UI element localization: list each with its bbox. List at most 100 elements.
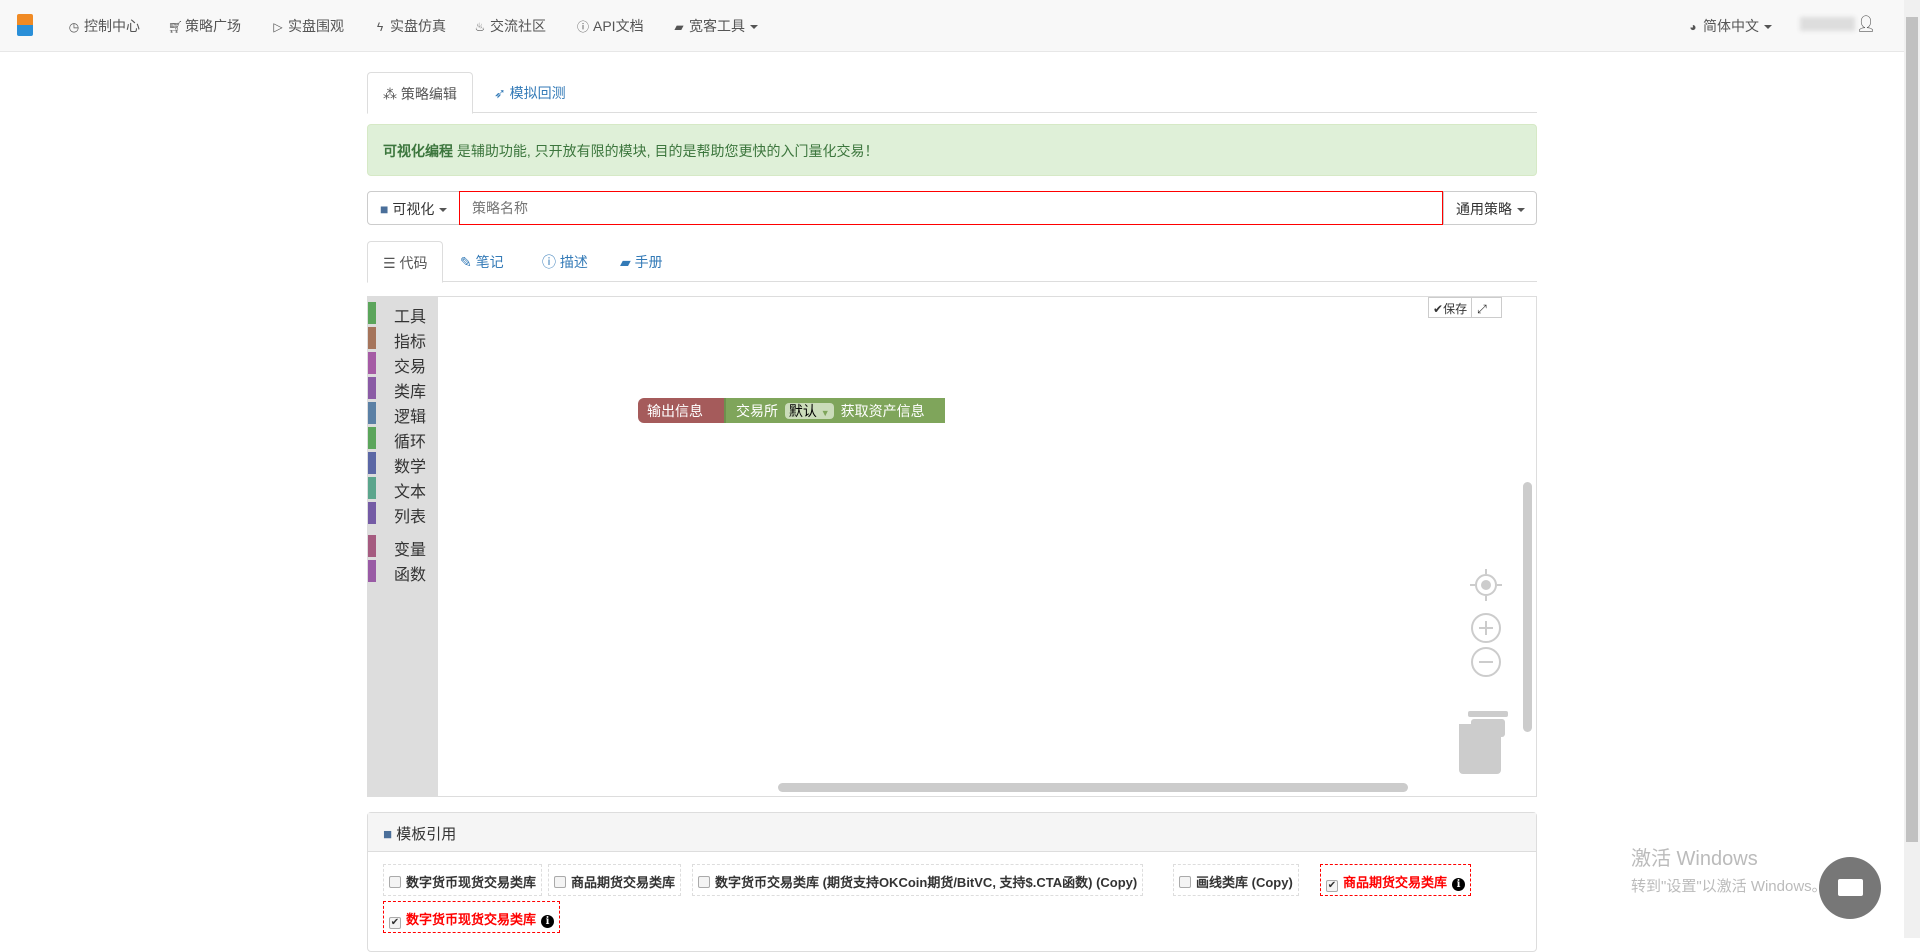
template-checkbox[interactable] xyxy=(1179,876,1191,888)
windows-watermark: 激活 Windows转到"设置"以激活 Windows。 xyxy=(1631,842,1827,896)
exchange-dropdown[interactable]: 默认 ▼ xyxy=(785,403,834,419)
category-color xyxy=(368,377,376,399)
dashboard-icon: ◷ xyxy=(67,20,81,34)
toolbox-category[interactable]: 文本 xyxy=(368,477,438,499)
toolbox-category[interactable]: 类库 xyxy=(368,377,438,399)
vertical-scrollbar[interactable] xyxy=(1523,482,1532,732)
category-color xyxy=(368,427,376,449)
nav-quant-tools[interactable]: ▰宽客工具 xyxy=(672,16,758,36)
tab-notes[interactable]: ✎ 笔记 xyxy=(445,241,519,282)
toolbox-category[interactable]: 工具 xyxy=(368,302,438,324)
user-icon[interactable]: 👤︎ xyxy=(1856,14,1876,34)
category-color xyxy=(368,477,376,499)
puzzle-icon: ■ xyxy=(383,826,396,843)
info-icon: ⓘ xyxy=(542,254,560,270)
toolbox-category[interactable]: 变量 xyxy=(368,535,438,557)
template-item[interactable]: 画线类库 (Copy) xyxy=(1173,864,1299,896)
language-dropdown[interactable]: ◕简体中文 xyxy=(1686,16,1772,36)
flash-icon: ϟ xyxy=(373,20,387,34)
template-item[interactable]: 商品期货交易类库 xyxy=(548,864,681,896)
strategy-input-group: ■ 可视化 通用策略 xyxy=(367,191,1537,225)
fire-icon: ♨ xyxy=(473,20,487,34)
logo[interactable] xyxy=(17,14,33,36)
toolbox-category[interactable]: 指标 xyxy=(368,327,438,349)
nav-dashboard[interactable]: ◷控制中心 xyxy=(67,16,140,36)
top-navbar: ◷控制中心 🛒︎策略广场 ▷实盘围观 ϟ实盘仿真 ♨交流社区 ⓘAPI文档 ▰宽… xyxy=(0,0,1904,52)
category-color xyxy=(368,502,376,524)
zoom-out-icon[interactable] xyxy=(1472,648,1500,676)
blockly-editor[interactable]: 工具指标交易类库逻辑循环数学文本列表变量函数 输出信息 交易所 默认 ▼ 获取资… xyxy=(367,296,1537,797)
toolbox-category[interactable]: 逻辑 xyxy=(368,402,438,424)
category-color xyxy=(368,352,376,374)
strategy-name-input[interactable] xyxy=(459,191,1443,225)
info-icon: ⓘ xyxy=(576,18,590,35)
nav-strategy-square[interactable]: 🛒︎策略广场 xyxy=(168,16,241,36)
nav-community[interactable]: ♨交流社区 xyxy=(473,16,546,36)
chat-button[interactable] xyxy=(1819,857,1881,919)
toolbox-category[interactable]: 循环 xyxy=(368,427,438,449)
template-item[interactable]: 数字货币现货交易类库 xyxy=(383,864,542,896)
puzzle-icon: ■ xyxy=(380,201,392,217)
tab-description[interactable]: ⓘ 描述 xyxy=(527,241,603,282)
recenter-icon[interactable] xyxy=(1470,569,1502,601)
info-alert: 可视化编程 是辅助功能, 只开放有限的模块, 目的是帮助您更快的入门量化交易！ xyxy=(367,124,1537,176)
tab-manual[interactable]: ▰ 手册 xyxy=(605,241,678,282)
globe-icon: ◕ xyxy=(1686,20,1700,34)
zoom-controls xyxy=(1468,567,1508,737)
chat-icon xyxy=(1838,879,1863,896)
template-panel: ■ 模板引用 数字货币现货交易类库商品期货交易类库数字货币交易类库 (期货支持O… xyxy=(367,812,1537,952)
info-icon[interactable]: i xyxy=(541,915,554,928)
toolbox-category[interactable]: 数学 xyxy=(368,452,438,474)
block-get-account[interactable]: 交易所 默认 ▼ 获取资产信息 xyxy=(724,398,945,423)
page-scrollbar[interactable] xyxy=(1904,0,1920,938)
template-item[interactable]: 数字货币交易类库 (期货支持OKCoin期货/BitVC, 支持$.CTA函数)… xyxy=(692,864,1143,896)
block-print[interactable]: 输出信息 xyxy=(638,398,728,423)
template-item[interactable]: ✔数字货币现货交易类库i xyxy=(383,901,560,933)
template-checkbox[interactable] xyxy=(389,876,401,888)
fullscreen-button[interactable]: ⤢ xyxy=(1472,300,1492,318)
category-dropdown[interactable]: 通用策略 xyxy=(1443,191,1537,225)
category-color xyxy=(368,327,376,349)
book-icon: ▰ xyxy=(620,254,635,270)
nav-live-watch[interactable]: ▷实盘围观 xyxy=(271,16,344,36)
tab-backtest[interactable]: ➶ 模拟回测 xyxy=(479,72,581,113)
caret-down-icon xyxy=(750,25,758,29)
top-tabs: ⁂ 策略编辑 ➶ 模拟回测 xyxy=(367,72,1537,113)
category-color xyxy=(368,452,376,474)
template-checkbox[interactable]: ✔ xyxy=(389,917,401,929)
list-icon: ☰ xyxy=(383,255,399,271)
template-item[interactable]: ✔商品期货交易类库i xyxy=(1320,864,1471,896)
nav-simulation[interactable]: ϟ实盘仿真 xyxy=(373,16,446,36)
category-color xyxy=(368,402,376,424)
template-checkbox[interactable] xyxy=(554,876,566,888)
toolbox-category[interactable]: 列表 xyxy=(368,502,438,524)
template-checkbox[interactable] xyxy=(698,876,710,888)
cubes-icon: ⁂ xyxy=(383,86,401,102)
category-color xyxy=(368,560,376,582)
save-button[interactable]: ✔保存 xyxy=(1429,298,1472,317)
toolbox-category[interactable]: 函数 xyxy=(368,560,438,582)
editor-toolbar: ✔保存⤢ xyxy=(1428,297,1502,318)
zoom-in-icon[interactable] xyxy=(1472,614,1500,642)
editor-tabs: ☰ 代码 ✎ 笔记 ⓘ 描述 ▰ 手册 xyxy=(367,241,1537,282)
nav-api-docs[interactable]: ⓘAPI文档 xyxy=(576,16,644,36)
category-color xyxy=(368,302,376,324)
info-icon[interactable]: i xyxy=(1452,878,1465,891)
block-toolbox: 工具指标交易类库逻辑循环数学文本列表变量函数 xyxy=(368,297,438,797)
category-color xyxy=(368,535,376,557)
horizontal-scrollbar[interactable] xyxy=(778,783,1408,792)
briefcase-icon: ▰ xyxy=(672,20,686,34)
toolbox-category[interactable]: 交易 xyxy=(368,352,438,374)
tab-code[interactable]: ☰ 代码 xyxy=(367,241,443,283)
caret-down-icon xyxy=(1764,25,1772,29)
panel-header: ■ 模板引用 xyxy=(368,813,1536,852)
mode-dropdown[interactable]: ■ 可视化 xyxy=(367,191,460,225)
tab-strategy-edit[interactable]: ⁂ 策略编辑 xyxy=(367,72,473,114)
play-circle-icon: ▷ xyxy=(271,20,285,34)
cart-icon: 🛒︎ xyxy=(168,20,182,34)
template-checkbox[interactable]: ✔ xyxy=(1326,880,1338,892)
rocket-icon: ➶ xyxy=(494,85,510,101)
username-blurred[interactable] xyxy=(1800,17,1855,31)
edit-icon: ✎ xyxy=(460,254,476,270)
check-icon: ✔ xyxy=(1433,302,1443,316)
